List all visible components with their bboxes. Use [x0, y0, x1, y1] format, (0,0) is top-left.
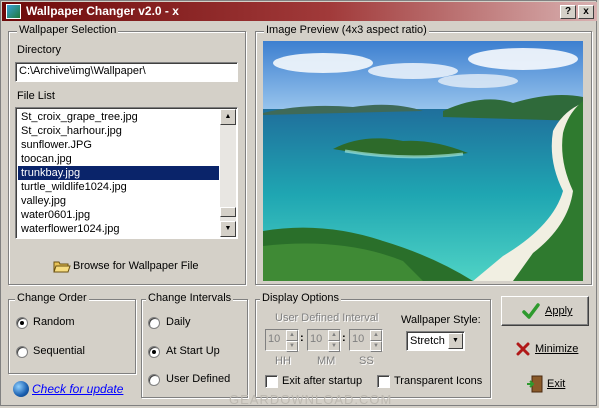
chevron-down-icon[interactable]: ▼: [448, 333, 463, 349]
transparent-icons-checkbox[interactable]: [377, 375, 390, 388]
user-defined-label: User Defined: [166, 373, 231, 385]
exit-after-startup-checkbox[interactable]: [265, 375, 278, 388]
help-button[interactable]: ?: [560, 5, 576, 19]
image-preview-title: Image Preview (4x3 aspect ratio): [264, 24, 429, 36]
file-list-item[interactable]: St_croix_harhour.jpg: [18, 124, 219, 138]
daily-label: Daily: [166, 316, 191, 328]
scroll-up-icon[interactable]: ▲: [220, 109, 236, 125]
daily-radio[interactable]: [148, 317, 160, 329]
folder-open-icon: [53, 261, 71, 273]
check-update-link[interactable]: Check for update: [32, 382, 123, 396]
file-list-item[interactable]: St_croix_grape_tree.jpg: [18, 110, 219, 124]
minutes-value: 10: [310, 333, 323, 345]
spin-down-icon[interactable]: ▼: [328, 341, 340, 352]
wallpaper-style-label: Wallpaper Style:: [401, 314, 481, 326]
wallpaper-style-value: Stretch: [410, 335, 445, 347]
file-list-item[interactable]: sunflower.JPG: [18, 138, 219, 152]
hours-spinner[interactable]: 10 ▲ ▼: [265, 329, 299, 352]
watermark: GEARDOWNLOAD.COM: [229, 392, 393, 407]
spin-up-icon[interactable]: ▲: [286, 330, 298, 341]
file-list-label: File List: [17, 90, 55, 102]
spin-down-icon[interactable]: ▼: [286, 341, 298, 352]
hours-spin-arrows[interactable]: ▲ ▼: [286, 330, 298, 352]
seconds-value: 10: [352, 333, 365, 345]
file-list-item[interactable]: waterflower1024.jpg: [18, 222, 219, 236]
app-window: Wallpaper Changer v2.0 - x ? x Wallpaper…: [0, 0, 597, 407]
change-intervals-title: Change Intervals: [146, 292, 234, 304]
change-order-group: Change Order: [8, 292, 136, 374]
checkmark-icon: [522, 303, 540, 319]
directory-input[interactable]: C:\Archive\img\Wallpaper\: [15, 62, 238, 82]
file-list-scrollbar[interactable]: ▲ ▼: [220, 109, 236, 237]
mm-label: MM: [317, 355, 336, 367]
change-order-title: Change Order: [15, 292, 89, 304]
spin-up-icon[interactable]: ▲: [328, 330, 340, 341]
app-icon: [6, 4, 21, 19]
spin-down-icon[interactable]: ▼: [370, 341, 382, 352]
file-list-item[interactable]: water0601.jpg: [18, 208, 219, 222]
file-list-item[interactable]: valley.jpg: [18, 194, 219, 208]
time-separator: :: [342, 332, 346, 344]
sequential-radio[interactable]: [16, 346, 28, 358]
hh-label: HH: [275, 355, 291, 367]
wallpaper-style-select[interactable]: Stretch ▼: [406, 331, 465, 351]
globe-icon: [13, 381, 29, 397]
transparent-icons-label: Transparent Icons: [394, 375, 483, 387]
exit-button[interactable]: Exit: [526, 375, 586, 395]
exit-door-icon: [527, 375, 543, 393]
directory-label: Directory: [17, 44, 62, 56]
hours-value: 10: [268, 333, 281, 345]
file-list-items: St_croix_grape_tree.jpg St_croix_harhour.…: [18, 110, 219, 236]
file-list[interactable]: St_croix_grape_tree.jpg St_croix_harhour.…: [15, 107, 238, 239]
at-startup-label: At Start Up: [166, 345, 220, 357]
window-title: Wallpaper Changer v2.0 - x: [26, 4, 179, 18]
seconds-spin-arrows[interactable]: ▲ ▼: [370, 330, 382, 352]
scroll-thumb[interactable]: [220, 207, 236, 217]
title-bar[interactable]: Wallpaper Changer v2.0 - x ? x: [2, 2, 597, 21]
spin-up-icon[interactable]: ▲: [370, 330, 382, 341]
random-radio[interactable]: [16, 317, 28, 329]
minimize-label: Minimize: [535, 343, 579, 355]
at-startup-radio[interactable]: [148, 346, 160, 358]
ss-label: SS: [359, 355, 374, 367]
red-x-icon: [516, 342, 530, 356]
seconds-spinner[interactable]: 10 ▲ ▼: [349, 329, 383, 352]
scroll-down-icon[interactable]: ▼: [220, 221, 236, 237]
random-label: Random: [33, 316, 75, 328]
exit-after-startup-label: Exit after startup: [282, 375, 363, 387]
time-separator: :: [300, 332, 304, 344]
user-defined-radio[interactable]: [148, 374, 160, 386]
apply-label: Apply: [545, 305, 573, 317]
wallpaper-preview-image: [263, 41, 583, 281]
file-list-item[interactable]: trunkbay.jpg: [18, 166, 219, 180]
exit-label: Exit: [547, 378, 566, 390]
sequential-label: Sequential: [33, 345, 85, 357]
file-list-item[interactable]: toocan.jpg: [18, 152, 219, 166]
interval-label: User Defined Interval: [275, 312, 379, 324]
close-button[interactable]: x: [578, 5, 594, 19]
browse-label: Browse for Wallpaper File: [73, 260, 199, 272]
minutes-spinner[interactable]: 10 ▲ ▼: [307, 329, 341, 352]
apply-button[interactable]: Apply: [501, 296, 589, 326]
wallpaper-selection-title: Wallpaper Selection: [17, 24, 119, 36]
file-list-item[interactable]: turtle_wildlife1024.jpg: [18, 180, 219, 194]
minutes-spin-arrows[interactable]: ▲ ▼: [328, 330, 340, 352]
display-options-title: Display Options: [260, 292, 342, 304]
minimize-button[interactable]: Minimize: [516, 341, 586, 359]
